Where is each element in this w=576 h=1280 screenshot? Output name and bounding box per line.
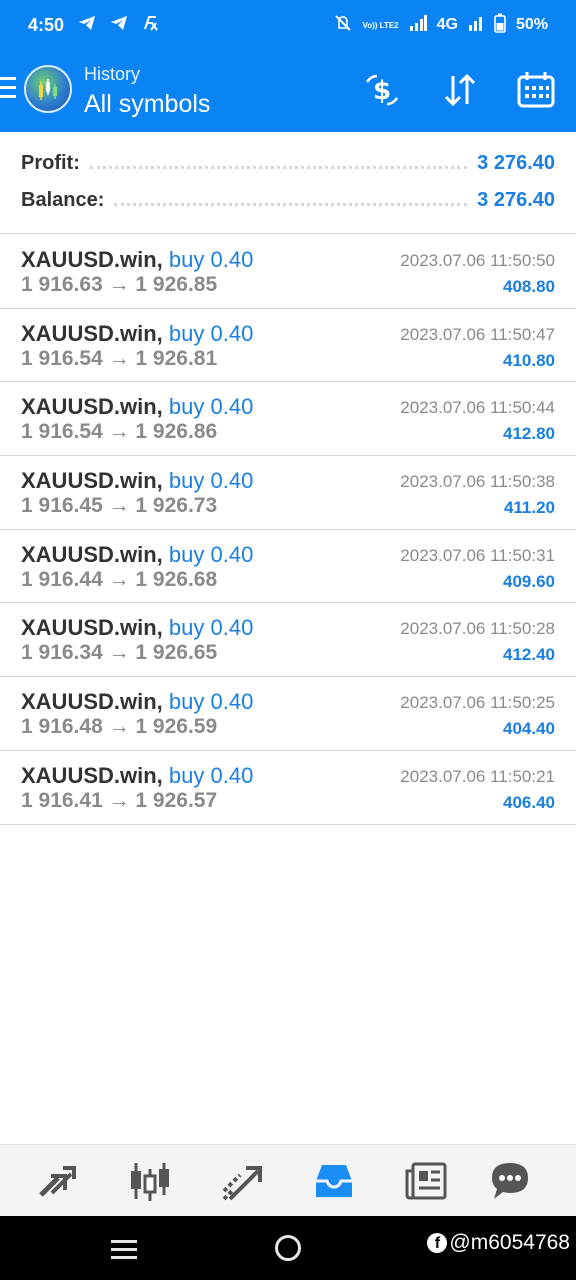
page-subtitle: History [84,64,141,84]
trade-profit: 406.40 [503,792,555,812]
trade-row[interactable]: XAUUSD.win, buy 0.40 1 916.54 → 1 926.81… [0,309,576,383]
signal-icon [409,15,427,35]
trade-prices: 1 916.54 → 1 926.86 [21,420,218,444]
bottom-navigation [0,1144,576,1216]
trade-direction: buy 0.40 [168,247,254,272]
profit-label: Profit: [21,151,80,174]
battery-level: 50% [515,16,548,33]
trade-prices: 1 916.34 → 1 926.65 [21,641,218,665]
trade-symbol: XAUUSD.win, [21,541,163,567]
facebook-icon: f [427,1233,448,1253]
trade-profit: 412.40 [503,645,555,665]
trade-profit: 412.80 [503,424,555,444]
account-summary: Profit: 3 276.40 Balance: 3 276.40 [0,132,576,234]
status-bar: 4:50 Vo)) LTE2 4G 50% [0,0,576,50]
trade-symbol: XAUUSD.win, [21,320,163,346]
trade-prices: 1 916.63 → 1 926.85 [21,273,218,296]
trade-time: 2023.07.06 11:50:44 [400,398,555,418]
trade-symbol: XAUUSD.win, [21,615,163,641]
recent-apps-icon[interactable] [111,1240,137,1264]
trade-prices: 1 916.41 → 1 926.57 [21,788,218,812]
balance-value: 3 276.40 [477,188,555,211]
trade-row[interactable]: XAUUSD.win, buy 0.40 1 916.41 → 1 926.57… [0,751,576,825]
trade-row[interactable]: XAUUSD.win, buy 0.40 1 916.63 → 1 926.85… [0,235,576,309]
dotted-leader [89,165,468,169]
status-time: 4:50 [28,14,65,35]
trade-direction: buy 0.40 [168,615,254,641]
trade-profit: 409.60 [503,571,555,591]
trade-row[interactable]: XAUUSD.win, buy 0.40 1 916.44 → 1 926.68… [0,530,576,604]
balance-row: Balance: 3 276.40 [21,182,555,218]
page-title[interactable]: All symbols [84,90,210,119]
trade-profit: 408.80 [503,277,555,296]
app-bar: History All symbols $ [0,50,576,132]
trade-symbol: XAUUSD.win, [21,394,163,420]
candlestick-logo-icon [39,79,57,100]
trade-time: 2023.07.06 11:50:38 [400,472,555,492]
trade-direction: buy 0.40 [168,468,254,494]
calendar-icon[interactable] [516,70,556,110]
home-icon[interactable] [275,1235,301,1261]
trade-row[interactable]: XAUUSD.win, buy 0.40 1 916.54 → 1 926.86… [0,382,576,457]
trade-prices: 1 916.54 → 1 926.81 [21,346,218,370]
trade-prices: 1 916.44 → 1 926.68 [21,567,218,591]
volte-indicator: Vo)) LTE2 [362,20,399,30]
trade-time: 2023.07.06 11:50:21 [400,766,555,786]
trade-direction: buy 0.40 [168,320,254,346]
trade-profit: 411.20 [503,498,555,518]
profit-value: 3 276.40 [477,151,555,174]
trade-icon[interactable] [220,1159,264,1203]
trade-prices: 1 916.48 → 1 926.59 [21,715,218,739]
balance-label: Balance: [21,188,105,211]
trade-profit: 410.80 [503,350,555,370]
chart-icon[interactable] [128,1159,172,1203]
app-logo [24,65,72,113]
trade-direction: buy 0.40 [168,762,254,788]
news-icon[interactable] [404,1159,448,1203]
network-type: 4G [436,16,458,33]
trade-time: 2023.07.06 11:50:25 [400,693,555,713]
trade-time: 2023.07.06 11:50:28 [400,619,555,639]
currency-dollar-icon[interactable]: $ [362,70,402,110]
system-navigation-bar: f @m6054768 [0,1216,576,1280]
trade-time: 2023.07.06 11:50:50 [400,251,555,270]
battery-icon [494,13,506,37]
trade-history-list: XAUUSD.win, buy 0.40 1 916.63 → 1 926.85… [0,235,576,825]
trade-profit: 404.40 [503,719,555,739]
trade-direction: buy 0.40 [168,394,254,420]
trade-direction: buy 0.40 [168,541,254,567]
mute-icon [334,14,352,36]
trade-row[interactable]: XAUUSD.win, buy 0.40 1 916.48 → 1 926.59… [0,677,576,751]
trade-prices: 1 916.45 → 1 926.73 [21,494,218,518]
profit-row: Profit: 3 276.40 [21,145,555,181]
telegram-icon [110,15,128,35]
trade-symbol: XAUUSD.win, [21,762,163,788]
trade-time: 2023.07.06 11:50:31 [400,545,555,565]
trade-time: 2023.07.06 11:50:47 [400,324,555,344]
dotted-leader [114,202,468,206]
sort-arrows-icon[interactable] [440,70,480,110]
signal-icon [468,15,484,35]
trade-direction: buy 0.40 [168,689,254,715]
trade-symbol: XAUUSD.win, [21,247,163,272]
watermark-handle: @m6054768 [449,1231,570,1254]
watermark: f @m6054768 [427,1231,570,1255]
app-notification-icon [142,15,160,35]
trade-row[interactable]: XAUUSD.win, buy 0.40 1 916.45 → 1 926.73… [0,456,576,530]
history-icon[interactable] [312,1159,356,1203]
chat-icon[interactable] [488,1159,532,1203]
quotes-icon[interactable] [36,1159,80,1203]
trade-symbol: XAUUSD.win, [21,689,163,715]
hamburger-menu-icon[interactable] [0,77,18,103]
telegram-icon [78,15,96,35]
svg-text:$: $ [373,76,391,106]
trade-row[interactable]: XAUUSD.win, buy 0.40 1 916.34 → 1 926.65… [0,603,576,678]
trade-symbol: XAUUSD.win, [21,468,163,494]
